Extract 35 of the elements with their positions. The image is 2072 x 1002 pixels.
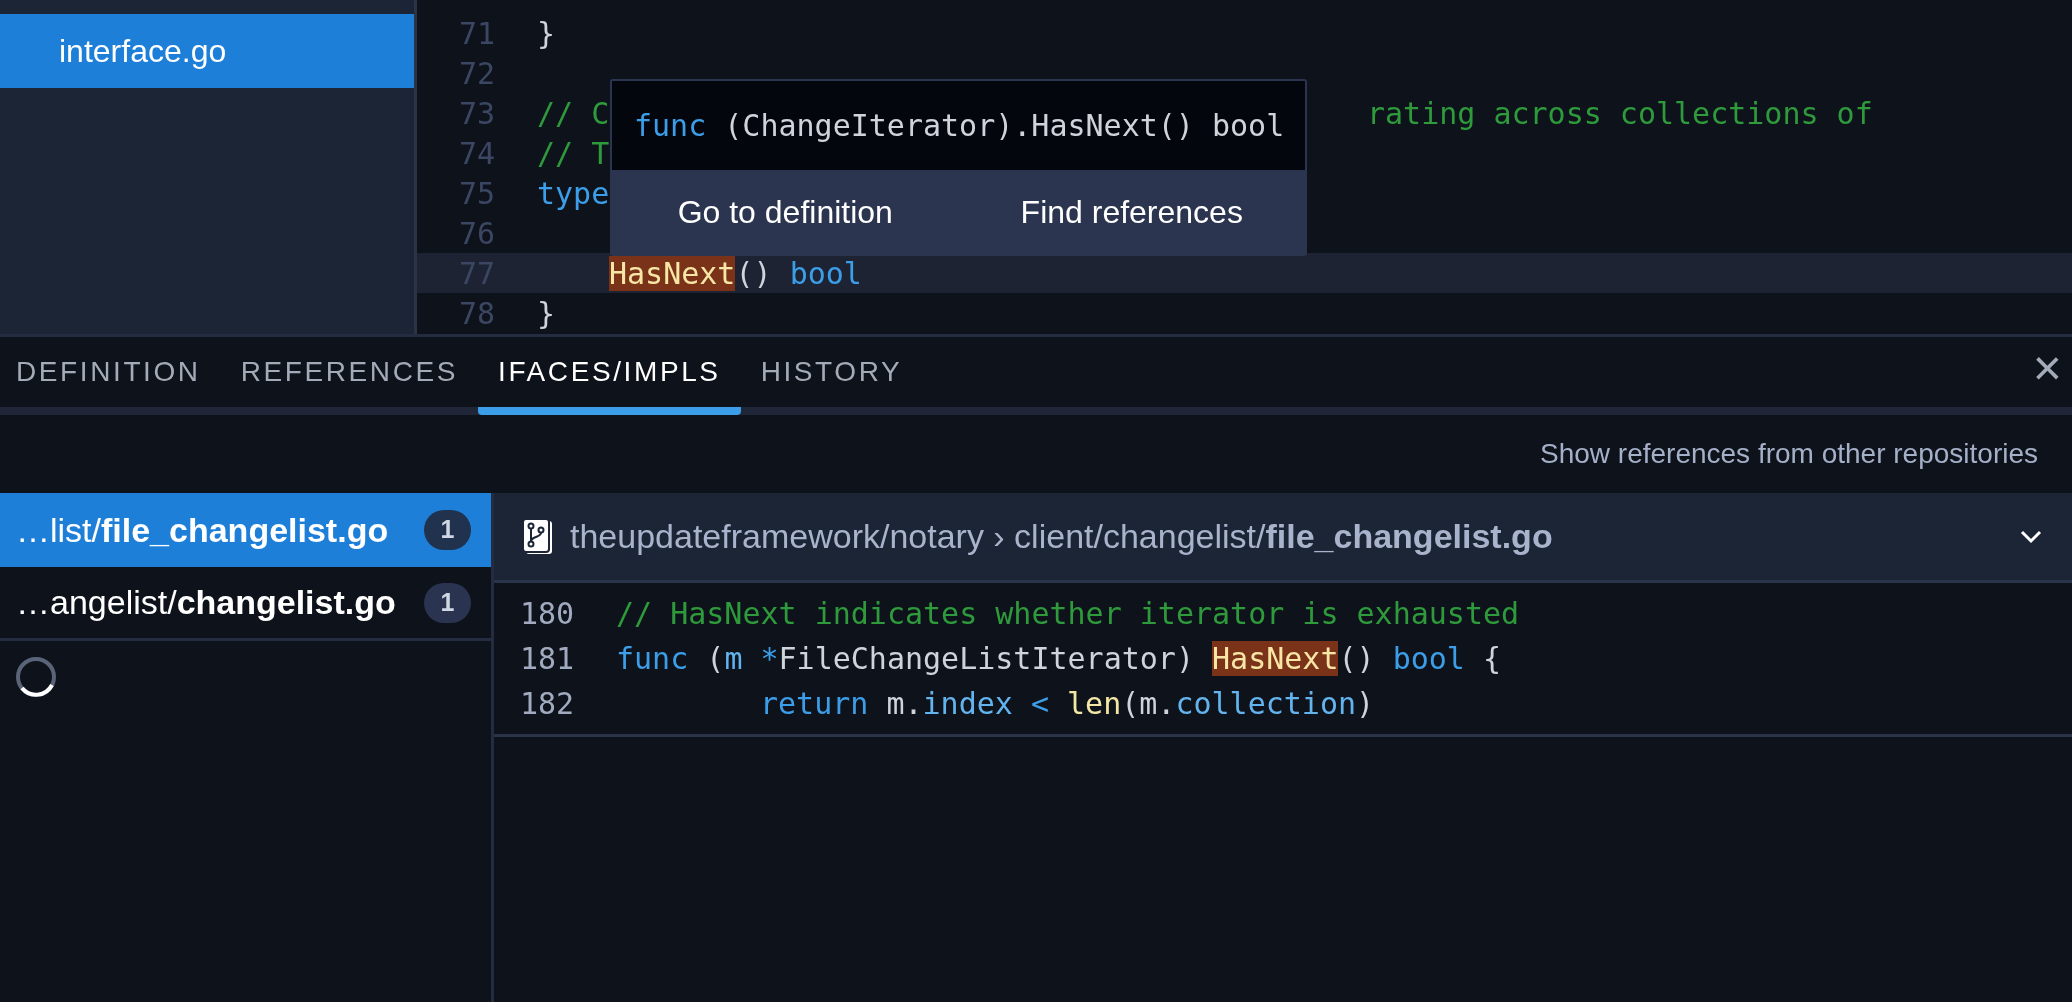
repository-icon [522, 517, 554, 556]
chevron-down-icon[interactable] [2020, 529, 2042, 544]
code-line: func (m *FileChangeListIterator) HasNext() bool { [616, 640, 1502, 678]
line-number: 71 [457, 14, 496, 53]
line-number: 76 [457, 214, 496, 253]
code-line: // HasNext indicates whether iterator is exhausted [616, 595, 1520, 633]
file-tree-item[interactable]: interface.go [0, 14, 414, 88]
tooltip-action-button[interactable]: Find references [958, 170, 1305, 254]
code-line: type [537, 174, 610, 213]
show-references-link[interactable]: Show references from other repositories [1540, 433, 2038, 475]
file-list-item[interactable]: …list/file_changelist.go 1 [0, 493, 491, 567]
code-line: rating across collections of [1367, 94, 1873, 133]
code-line: return m.index < len(m.collection) [759, 685, 1375, 723]
tooltip-action-button[interactable]: Go to definition [612, 170, 959, 254]
code-line: // C [537, 94, 610, 133]
function-signature: func (ChangeIterator).HasNext() bool [634, 107, 1285, 145]
line-number: 75 [457, 174, 496, 213]
line-number: 180 [520, 595, 576, 633]
count-badge: 1 [424, 510, 471, 550]
file-path: theupdateframework/notary › client/changelist/file_changelist.go [570, 516, 1553, 557]
panel-tab[interactable]: REFERENCES [220, 337, 479, 415]
close-button[interactable]: × [2026, 343, 2068, 393]
line-number: 182 [520, 685, 576, 723]
panel-tab[interactable]: HISTORY [740, 337, 923, 415]
code-line: } [537, 14, 556, 53]
line-number: 181 [520, 640, 576, 678]
line-number: 74 [457, 134, 496, 173]
code-line: // T [537, 134, 610, 173]
line-number: 73 [457, 94, 496, 133]
line-number: 72 [457, 54, 496, 93]
code-line: } [537, 294, 556, 333]
panel-tab[interactable]: DEFINITION [0, 337, 221, 415]
file-list-item[interactable]: …angelist/changelist.go 1 [0, 567, 491, 641]
count-badge: 1 [424, 582, 471, 623]
line-number: 78 [457, 294, 496, 333]
